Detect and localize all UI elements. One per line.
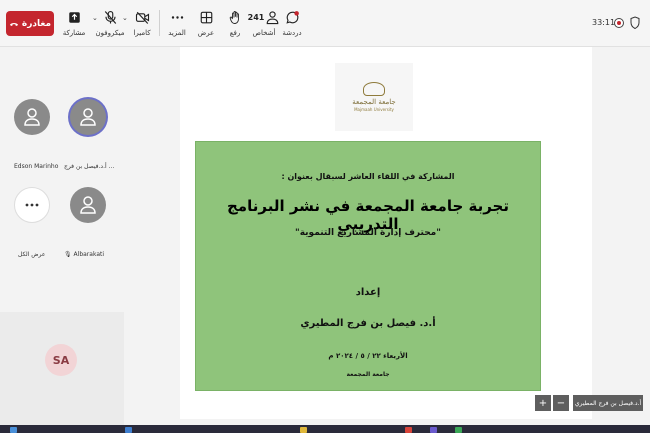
grid-view-icon <box>200 11 212 23</box>
presenter-name-tag: أ.د.فيصل بن فرج المطيري <box>573 395 643 411</box>
os-taskbar <box>0 425 650 433</box>
participant-name: Edson Marinho <box>14 163 59 170</box>
mic-label: ميكروفون <box>95 29 125 37</box>
windows-start-icon[interactable] <box>10 427 17 433</box>
raise-label: رفع <box>229 29 241 37</box>
meeting-timer: 33:11 <box>592 18 616 27</box>
logo-subtitle: Majmaah University <box>354 107 394 112</box>
slide-subtitle: "محترف إدارة المشاريع التنموية" <box>295 228 441 238</box>
recording-icon <box>614 18 624 28</box>
taskbar-folder-icon[interactable] <box>300 427 307 433</box>
meeting-toolbar: مغادرة مشاركة ⌄ ميكروفون ⌄ كاميرا المزيد… <box>0 0 650 47</box>
zoom-in-button[interactable]: + <box>535 395 551 411</box>
more-dots-icon <box>171 15 183 19</box>
slide-date: الأربعاء ٢٢ / ٥ / ٢٠٢٤ م <box>328 352 408 360</box>
taskbar-app-icon[interactable] <box>430 427 437 433</box>
shield-icon <box>630 16 640 29</box>
mic-off-icon <box>104 10 116 24</box>
slide-prepared-by: إعداد <box>355 287 381 298</box>
mic-muted-icon: 🎙 <box>64 251 72 258</box>
shared-content-stage: جامعة المجمعة Majmaah University المشارك… <box>180 47 592 419</box>
taskbar-app-icon[interactable] <box>125 427 132 433</box>
camera-button[interactable]: كاميرا <box>131 7 153 43</box>
more-label: المزيد <box>168 29 186 37</box>
logo-name: جامعة المجمعة <box>352 98 396 106</box>
leave-label: مغادرة <box>21 18 52 29</box>
participant-tile[interactable] <box>70 187 106 223</box>
people-label: أشخاص <box>252 29 276 37</box>
university-logo: جامعة المجمعة Majmaah University <box>335 63 413 131</box>
taskbar-app-icon[interactable] <box>455 427 462 433</box>
camera-label: كاميرا <box>133 29 151 37</box>
share-button[interactable]: مشاركة <box>62 7 86 43</box>
more-button[interactable]: المزيد <box>165 7 189 43</box>
person-icon <box>80 108 96 126</box>
view-button[interactable]: عرض <box>195 7 217 43</box>
camera-off-icon <box>135 11 149 24</box>
avatar: SA <box>45 344 77 376</box>
more-dots-icon <box>25 203 39 207</box>
participant-name: أ.د.فيصل بن فرج ... <box>64 163 115 170</box>
share-label: مشاركة <box>62 29 86 37</box>
show-all-label: عرض الكل <box>18 251 46 258</box>
chat-icon <box>285 10 299 24</box>
people-count: 241 <box>247 12 265 22</box>
show-all-button[interactable] <box>14 187 50 223</box>
slide-institution: جامعة المجمعة <box>346 371 390 378</box>
participant-tile[interactable] <box>14 99 50 135</box>
share-tray-icon <box>68 11 80 23</box>
participant-tile[interactable] <box>70 99 106 135</box>
chat-label: دردشة <box>282 29 302 37</box>
participant-name: 🎙 Albarakati <box>64 251 105 258</box>
raise-hand-icon <box>229 10 239 24</box>
chat-button[interactable]: دردشة <box>281 7 303 43</box>
person-icon <box>24 108 40 126</box>
hang-up-icon <box>9 22 18 26</box>
presentation-slide: المشاركة في اللقاء العاشر لسبقال بعنوان … <box>195 141 541 391</box>
people-button[interactable]: 241 أشخاص <box>247 7 279 43</box>
microphone-button[interactable]: ميكروفون <box>95 7 125 43</box>
slide-author: أ.د. فيصل بن فرج المطيري <box>300 318 436 329</box>
camera-options-chevron-icon[interactable]: ⌄ <box>122 14 128 22</box>
zoom-out-button[interactable]: − <box>553 395 569 411</box>
self-video-tile: SA <box>0 312 124 433</box>
view-label: عرض <box>197 29 215 37</box>
taskbar-app-icon[interactable] <box>405 427 412 433</box>
person-icon <box>80 196 96 214</box>
leave-button[interactable]: مغادرة <box>6 11 54 36</box>
logo-emblem-icon <box>363 82 385 96</box>
raise-hand-button[interactable]: رفع <box>224 7 246 43</box>
toolbar-divider <box>159 10 160 36</box>
people-icon <box>267 10 279 24</box>
slide-intro-line: المشاركة في اللقاء العاشر لسبقال بعنوان … <box>281 172 455 181</box>
